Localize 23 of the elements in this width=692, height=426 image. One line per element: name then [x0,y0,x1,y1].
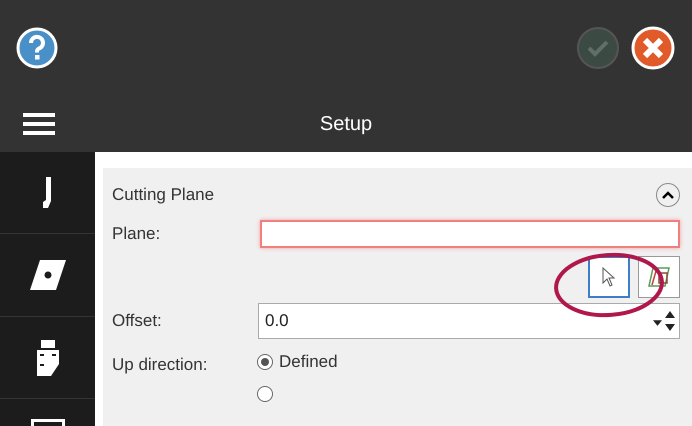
field-label: Plane: [112,223,162,246]
radio-button[interactable] [257,354,273,370]
tool-assembly-icon [36,340,58,376]
radio-button[interactable] [257,386,273,402]
cursor-icon [602,267,616,287]
panel-title: Setup [320,112,372,137]
insert-icon [30,260,66,290]
collapse-button[interactable] [656,183,680,207]
close-button[interactable] [630,25,676,71]
menu-button[interactable] [23,113,55,135]
spinner-arrows-icon [665,310,675,332]
chevron-icon [662,191,674,199]
section-title: Cutting Plane [112,184,214,206]
plane-field[interactable] [260,220,680,248]
help-button[interactable] [16,27,58,69]
field-label: Up direction: [112,354,208,376]
dropdown-caret-icon [653,320,662,326]
plane-icon [647,265,671,289]
offset-spin-field[interactable]: 0.0 [258,303,680,339]
frame-icon [30,419,64,426]
radio-option[interactable]: Defined [257,352,338,372]
pick-button[interactable] [588,256,630,298]
field-label: Offset: [112,310,163,332]
